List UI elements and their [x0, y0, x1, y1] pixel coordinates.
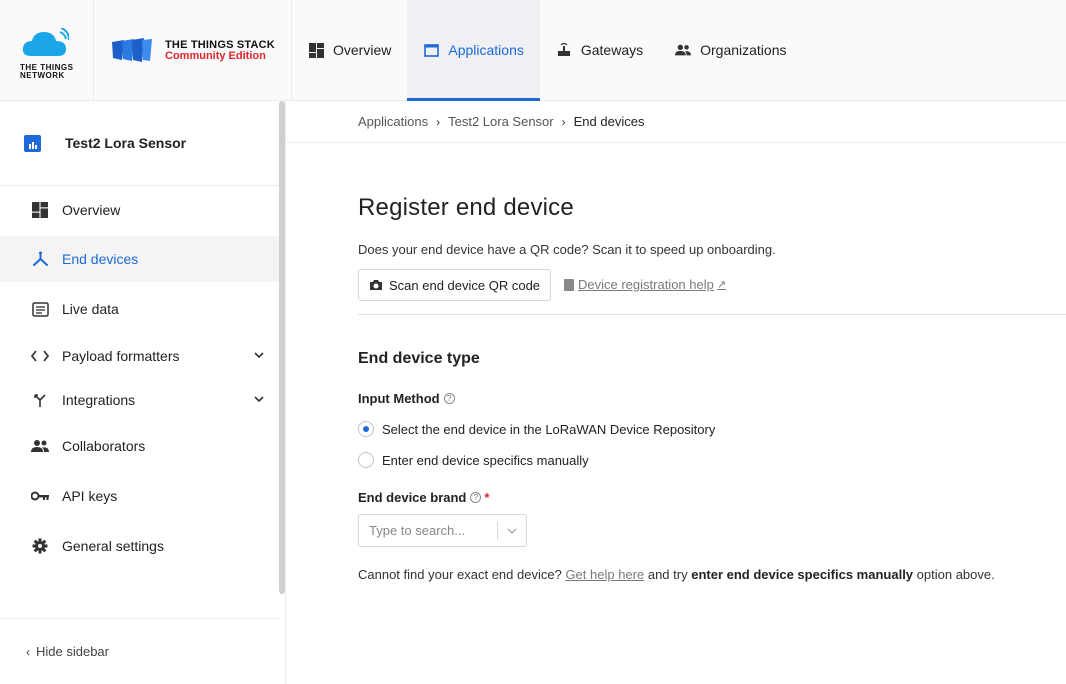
radio-button-checked[interactable]	[358, 421, 374, 437]
sidebar-app-header: Test2 Lora Sensor	[0, 101, 279, 186]
radio-repository-option[interactable]: Select the end device in the LoRaWAN Dev…	[358, 421, 715, 437]
chevron-right-icon: ›	[561, 114, 566, 129]
nav-organizations[interactable]: Organizations	[659, 0, 802, 100]
sidebar-scrollbar[interactable]	[279, 101, 285, 594]
hint-suffix: option above.	[916, 567, 995, 582]
sidebar-item-label: Collaborators	[62, 438, 146, 454]
overview-grid-icon	[31, 201, 49, 219]
nav-organizations-label: Organizations	[700, 42, 787, 58]
sidebar-item-label: Live data	[62, 301, 119, 317]
required-asterisk: *	[484, 490, 490, 505]
help-question-icon[interactable]: ?	[443, 393, 455, 404]
organizations-people-icon	[675, 42, 692, 58]
radio-manual-option[interactable]: Enter end device specifics manually	[358, 452, 589, 468]
applications-window-icon	[423, 42, 439, 58]
sidebar-item-overview[interactable]: Overview	[0, 187, 279, 233]
camera-icon	[370, 280, 382, 290]
nav-applications[interactable]: Applications	[407, 0, 540, 101]
sidebar-item-label: General settings	[62, 538, 164, 554]
breadcrumb-applications[interactable]: Applications	[358, 114, 428, 129]
end-devices-icon	[31, 250, 49, 268]
brand-label-text: End device brand	[358, 490, 467, 505]
top-header: THE THINGS NETWORK THE THINGS STACK Comm…	[0, 0, 1066, 101]
chevron-down-icon[interactable]	[253, 349, 265, 361]
scan-qr-code-label: Scan end device QR code	[389, 277, 541, 293]
sidebar-item-collaborators[interactable]: Collaborators	[0, 423, 279, 469]
hide-sidebar-button[interactable]: ‹ Hide sidebar	[0, 618, 279, 684]
sidebar: Test2 Lora Sensor Overview End devices L…	[0, 101, 286, 684]
chevron-down-icon[interactable]	[253, 393, 265, 405]
hint-middle: and try	[647, 567, 688, 582]
tnn-line2: NETWORK	[20, 71, 65, 80]
end-device-brand-select[interactable]: Type to search...	[358, 514, 527, 547]
key-icon	[31, 487, 49, 505]
cloud-icon	[22, 28, 69, 56]
overview-grid-icon	[308, 42, 324, 58]
book-icon	[564, 278, 574, 291]
section-divider	[358, 314, 1066, 315]
chevron-left-icon: ‹	[26, 644, 30, 659]
get-help-link[interactable]: Get help here	[565, 567, 644, 582]
application-icon	[24, 134, 41, 152]
page-title: Register end device	[358, 194, 574, 221]
live-data-icon	[31, 300, 49, 318]
sidebar-item-general-settings[interactable]: General settings	[0, 523, 279, 569]
radio-button-unchecked[interactable]	[358, 452, 374, 468]
sidebar-item-end-devices[interactable]: End devices	[0, 236, 279, 282]
hide-sidebar-label: Hide sidebar	[36, 644, 109, 659]
sidebar-item-label: API keys	[62, 488, 118, 504]
nav-overview[interactable]: Overview	[292, 0, 407, 100]
radio-repository-label: Select the end device in the LoRaWAN Dev…	[382, 421, 716, 437]
tts-subtitle: Community Edition	[165, 50, 266, 62]
the-things-network-logo[interactable]: THE THINGS NETWORK	[0, 0, 94, 100]
breadcrumb-application[interactable]: Test2 Lora Sensor	[448, 114, 554, 129]
the-things-stack-logo[interactable]: THE THINGS STACK Community Edition	[94, 0, 292, 100]
main-nav: Overview Applications Gateways Organizat…	[292, 0, 803, 101]
nav-overview-label: Overview	[333, 42, 392, 58]
gateway-icon	[556, 42, 572, 58]
chevron-down-icon[interactable]	[498, 514, 526, 547]
stack-logo-icon	[112, 38, 152, 62]
nav-gateways-label: Gateways	[580, 42, 644, 58]
tnn-wordmark: THE THINGS NETWORK	[20, 64, 73, 80]
help-link-label: Device registration help	[578, 277, 714, 292]
nav-gateways[interactable]: Gateways	[540, 0, 659, 100]
sidebar-item-integrations[interactable]: Integrations	[0, 377, 279, 423]
end-device-type-heading: End device type	[358, 350, 480, 367]
chevron-right-icon: ›	[436, 114, 441, 129]
cannot-find-device-hint: Cannot find your exact end device? Get h…	[358, 567, 995, 582]
device-registration-help-link[interactable]: Device registration help ↗	[564, 277, 726, 292]
breadcrumb-end-devices: End devices	[573, 114, 645, 129]
radio-manual-label: Enter end device specifics manually	[382, 452, 589, 468]
input-method-label-text: Input Method	[358, 391, 440, 406]
sidebar-item-payload-formatters[interactable]: Payload formatters	[0, 333, 279, 379]
end-device-brand-label: End device brand ? *	[358, 490, 489, 505]
nav-applications-label: Applications	[448, 42, 524, 58]
collaborators-icon	[31, 437, 49, 455]
integrations-icon	[31, 391, 49, 409]
sidebar-item-label: Payload formatters	[62, 348, 180, 364]
external-link-icon: ↗	[716, 279, 727, 291]
input-method-label: Input Method ?	[358, 391, 455, 406]
sidebar-item-label: End devices	[62, 251, 139, 267]
sidebar-item-label: Integrations	[62, 392, 136, 408]
qr-prompt-text: Does your end device have a QR code? Sca…	[358, 242, 776, 257]
scan-qr-code-button[interactable]: Scan end device QR code	[358, 269, 552, 301]
sidebar-item-api-keys[interactable]: API keys	[0, 473, 279, 519]
hint-bold: enter end device specifics manually	[691, 567, 914, 582]
sidebar-item-live-data[interactable]: Live data	[0, 286, 279, 332]
sidebar-item-label: Overview	[62, 202, 121, 218]
breadcrumb: Applications › Test2 Lora Sensor › End d…	[287, 101, 1066, 143]
hint-prefix: Cannot find your exact end device?	[358, 567, 562, 582]
brand-search-placeholder: Type to search...	[369, 523, 466, 538]
sidebar-app-title: Test2 Lora Sensor	[65, 135, 187, 151]
code-brackets-icon	[31, 347, 49, 365]
help-question-icon[interactable]: ?	[470, 492, 482, 503]
gear-icon	[31, 537, 49, 555]
